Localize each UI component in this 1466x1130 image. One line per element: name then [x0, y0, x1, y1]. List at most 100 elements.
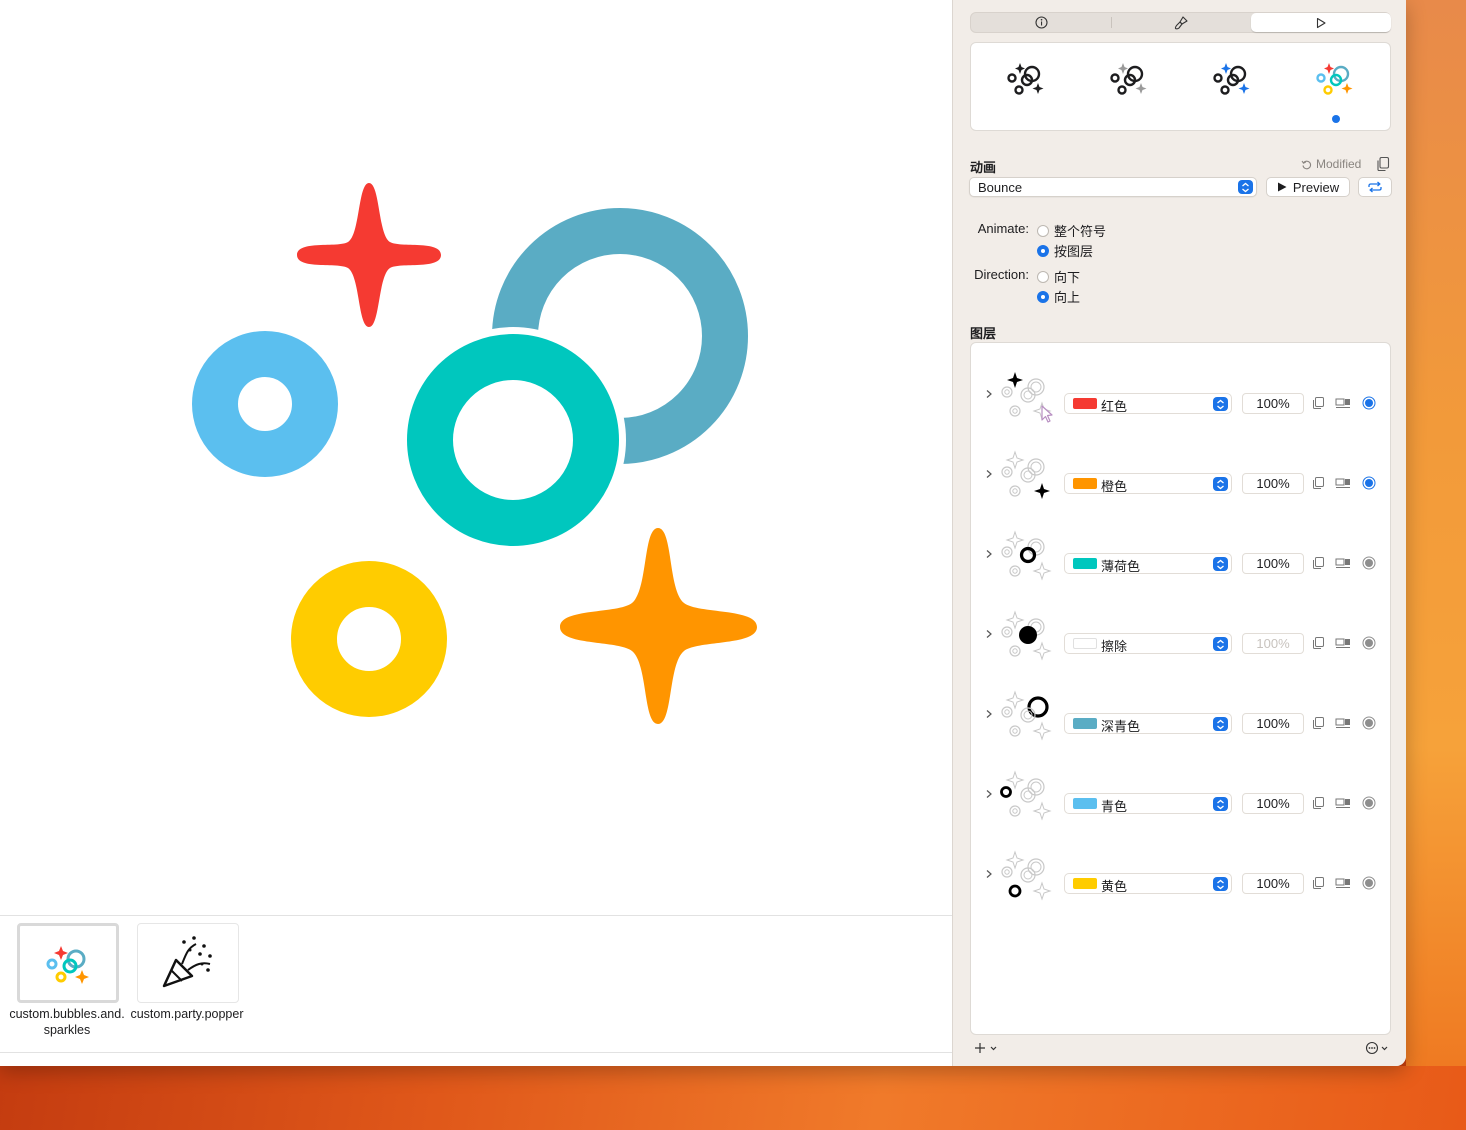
- selected-variant-indicator: [1332, 115, 1340, 123]
- layer-active-indicator-icon[interactable]: [1361, 876, 1377, 890]
- duplicate-icon[interactable]: [1311, 796, 1327, 810]
- duplicate-icon[interactable]: [1311, 636, 1327, 650]
- paintbrush-icon: [1174, 15, 1188, 29]
- layer-active-indicator-icon[interactable]: [1361, 556, 1377, 570]
- disclosure-chevron-icon[interactable]: [985, 389, 993, 399]
- duplicate-icon[interactable]: [1311, 476, 1327, 490]
- disclosure-chevron-icon[interactable]: [985, 549, 993, 559]
- layer-options-icon[interactable]: [1335, 396, 1351, 410]
- layer-options-icon[interactable]: [1335, 796, 1351, 810]
- repeat-toggle-button[interactable]: [1358, 177, 1392, 197]
- duplicate-icon[interactable]: [1311, 716, 1327, 730]
- layer-active-indicator-icon[interactable]: [1361, 796, 1377, 810]
- symbol-canvas[interactable]: [0, 0, 952, 915]
- layer-row[interactable]: 擦除 100%: [971, 593, 1390, 673]
- animate-option-whole-symbol[interactable]: 整个符号: [1037, 221, 1106, 240]
- disclosure-chevron-icon[interactable]: [985, 869, 993, 879]
- more-options-icon[interactable]: [1365, 1041, 1393, 1055]
- info-icon: [1034, 16, 1048, 29]
- color-swatch: [1073, 798, 1097, 809]
- layer-thumbnail: [1001, 450, 1050, 499]
- layer-opacity-field[interactable]: 100%: [1242, 393, 1304, 414]
- layer-color-select[interactable]: 擦除: [1064, 633, 1232, 654]
- preview-button-label: Preview: [1292, 179, 1340, 195]
- radio-button[interactable]: [1037, 224, 1049, 237]
- layer-color-select[interactable]: 深青色: [1064, 713, 1232, 734]
- radio-label: 向上: [1054, 290, 1081, 305]
- layer-row[interactable]: 深青色 100%: [971, 673, 1390, 753]
- layer-opacity-field[interactable]: 100%: [1242, 873, 1304, 894]
- gallery-label-party-popper[interactable]: custom.party.popper: [127, 1006, 247, 1022]
- copy-code-icon[interactable]: [1376, 156, 1390, 172]
- layer-opacity-field[interactable]: 100%: [1242, 713, 1304, 734]
- add-layer-icon[interactable]: [974, 1041, 1000, 1055]
- tab-info[interactable]: [971, 13, 1111, 32]
- radio-button-selected[interactable]: [1037, 244, 1049, 257]
- layer-options-icon[interactable]: [1335, 636, 1351, 650]
- layer-color-select[interactable]: 薄荷色: [1064, 553, 1232, 574]
- tab-animation[interactable]: [1251, 13, 1391, 32]
- gallery-tile-bubbles[interactable]: [17, 923, 119, 1003]
- inspector-tab-bar: [970, 12, 1391, 33]
- duplicate-icon[interactable]: [1311, 876, 1327, 890]
- layer-options-icon[interactable]: [1335, 476, 1351, 490]
- layer-active-indicator-icon[interactable]: [1361, 476, 1377, 490]
- layers-bottom-bar: [970, 1040, 1391, 1058]
- color-swatch: [1073, 878, 1097, 889]
- orange-sparkle: [560, 528, 757, 724]
- layer-row[interactable]: 薄荷色 100%: [971, 513, 1390, 593]
- animate-option-by-layer[interactable]: 按图层: [1037, 241, 1093, 260]
- modified-indicator[interactable]: Modified: [1301, 157, 1361, 171]
- duplicate-icon[interactable]: [1311, 396, 1327, 410]
- layer-row[interactable]: 红色 100%: [971, 353, 1390, 433]
- radio-button[interactable]: [1037, 270, 1049, 283]
- variant-palette[interactable]: [1210, 57, 1258, 105]
- direction-option-down[interactable]: 向下: [1037, 267, 1080, 286]
- layer-color-select[interactable]: 黄色: [1064, 873, 1232, 894]
- desktop-wallpaper: [0, 1066, 1466, 1130]
- tab-style[interactable]: [1111, 13, 1251, 32]
- disclosure-chevron-icon[interactable]: [985, 789, 993, 799]
- party-popper-icon: [162, 936, 212, 988]
- chevron-updown-icon: [1213, 477, 1228, 491]
- layer-opacity-field[interactable]: 100%: [1242, 473, 1304, 494]
- layer-row[interactable]: 黄色 100%: [971, 833, 1390, 913]
- layer-opacity-field[interactable]: 100%: [1242, 633, 1304, 654]
- desktop-wallpaper-right: [1406, 0, 1466, 1066]
- variant-hierarchical[interactable]: [1107, 57, 1155, 105]
- preview-button[interactable]: Preview: [1266, 177, 1350, 197]
- effect-select-value: Bounce: [978, 180, 1023, 195]
- color-swatch: [1073, 478, 1097, 489]
- color-swatch: [1073, 398, 1097, 409]
- layer-options-icon[interactable]: [1335, 876, 1351, 890]
- layer-active-indicator-icon[interactable]: [1361, 396, 1377, 410]
- layer-opacity-field[interactable]: 100%: [1242, 553, 1304, 574]
- duplicate-icon[interactable]: [1311, 556, 1327, 570]
- layer-thumbnail: [1001, 530, 1052, 581]
- layer-active-indicator-icon[interactable]: [1361, 716, 1377, 730]
- radio-button-selected[interactable]: [1037, 290, 1049, 303]
- layer-color-select[interactable]: 红色: [1064, 393, 1232, 414]
- variant-monochrome[interactable]: [1004, 57, 1052, 105]
- variant-multicolor[interactable]: [1313, 57, 1361, 105]
- disclosure-chevron-icon[interactable]: [985, 629, 993, 639]
- gallery-tile-party-popper[interactable]: [137, 923, 239, 1003]
- layer-row[interactable]: 青色 100%: [971, 753, 1390, 833]
- layer-options-icon[interactable]: [1335, 556, 1351, 570]
- direction-option-up[interactable]: 向上: [1037, 287, 1080, 306]
- effect-select[interactable]: Bounce: [969, 177, 1257, 197]
- layer-color-select[interactable]: 青色: [1064, 793, 1232, 814]
- layer-opacity-field[interactable]: 100%: [1242, 793, 1304, 814]
- disclosure-chevron-icon[interactable]: [985, 469, 993, 479]
- yellow-ring: [291, 561, 447, 717]
- gallery-label-bubbles[interactable]: custom.bubbles.and.sparkles: [7, 1006, 127, 1038]
- color-swatch: [1073, 718, 1097, 729]
- layer-row[interactable]: 橙色 100%: [971, 433, 1390, 513]
- layer-options-icon[interactable]: [1335, 716, 1351, 730]
- layer-active-indicator-icon[interactable]: [1361, 636, 1377, 650]
- layer-color-name: 青色: [1101, 799, 1128, 814]
- layer-color-select[interactable]: 橙色: [1064, 473, 1232, 494]
- chevron-updown-icon: [1213, 877, 1228, 891]
- layer-thumbnail: [1001, 610, 1052, 661]
- disclosure-chevron-icon[interactable]: [985, 709, 993, 719]
